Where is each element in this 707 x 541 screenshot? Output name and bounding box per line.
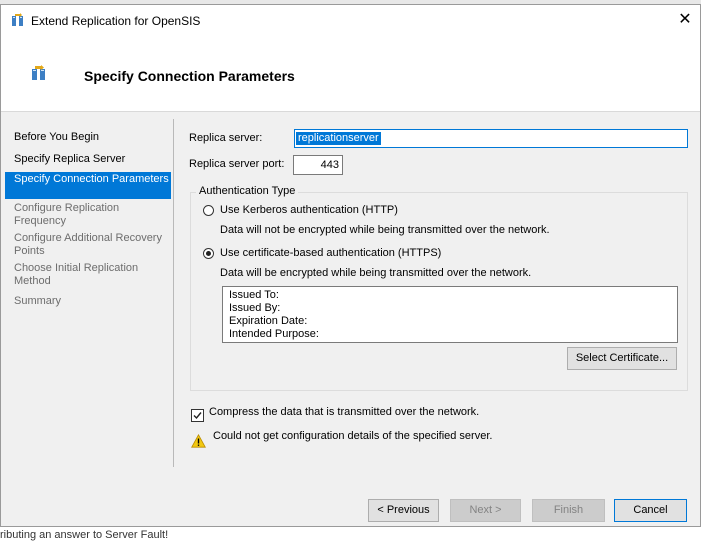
- compress-checkbox[interactable]: [191, 409, 204, 422]
- background-page: ributing an answer to Server Fault!: [0, 527, 707, 541]
- kerberos-label[interactable]: Use Kerberos authentication (HTTP): [220, 204, 398, 216]
- footer-divider: [1, 467, 700, 468]
- close-button[interactable]: ✕: [670, 5, 700, 35]
- select-certificate-button[interactable]: Select Certificate...: [567, 347, 677, 370]
- cancel-button[interactable]: Cancel: [614, 499, 687, 522]
- compress-label[interactable]: Compress the data that is transmitted ov…: [209, 406, 479, 418]
- authentication-type-title: Authentication Type: [196, 185, 299, 197]
- nav-divider: [173, 119, 174, 467]
- issued-by-label: Issued By:: [229, 302, 281, 314]
- replica-server-value: replicationserver: [296, 132, 381, 145]
- replication-page-icon: [32, 65, 45, 80]
- wizard-header: Specify Connection Parameters: [1, 35, 700, 112]
- replica-server-input[interactable]: replicationserver: [294, 129, 688, 148]
- certificate-label[interactable]: Use certificate-based authentication (HT…: [220, 247, 441, 259]
- expiration-date-label: Expiration Date:: [229, 315, 308, 327]
- replica-port-value: 443: [320, 159, 339, 171]
- page-title: Specify Connection Parameters: [84, 68, 295, 84]
- nav-step-before-you-begin[interactable]: Before You Begin: [5, 131, 171, 144]
- window-title: Extend Replication for OpenSIS: [31, 14, 201, 28]
- nav-step-summary: Summary: [14, 295, 62, 307]
- replica-port-input[interactable]: 443: [293, 155, 343, 175]
- replica-server-label: Replica server:: [189, 132, 263, 144]
- warning-message: Could not get configuration details of t…: [213, 430, 493, 442]
- nav-step-configure-replication-frequency: Configure Replication Frequency: [14, 202, 120, 227]
- nav-step-configure-additional-recovery-points: Configure Additional Recovery Points: [14, 232, 162, 257]
- replication-app-icon: [12, 13, 23, 26]
- kerberos-radio[interactable]: [203, 205, 214, 216]
- title-bar[interactable]: Extend Replication for OpenSIS ✕: [1, 5, 700, 35]
- next-button[interactable]: Next >: [450, 499, 521, 522]
- nav-step-choose-initial-replication-method: Choose Initial Replication Method: [14, 262, 139, 287]
- kerberos-note: Data will not be encrypted while being t…: [220, 224, 550, 236]
- certificate-details-box: Issued To: Issued By: Expiration Date: I…: [222, 286, 678, 343]
- wizard-steps-nav: Before You Begin Specify Replica Server …: [1, 112, 173, 467]
- previous-button[interactable]: < Previous: [368, 499, 439, 522]
- nav-step-specify-connection-parameters[interactable]: Specify Connection Parameters: [5, 172, 171, 199]
- close-icon: ✕: [678, 11, 692, 28]
- finish-button[interactable]: Finish: [532, 499, 605, 522]
- issued-to-label: Issued To:: [229, 289, 279, 301]
- replica-port-label: Replica server port:: [189, 158, 285, 170]
- background-window-edge: [701, 0, 707, 541]
- certificate-radio[interactable]: [203, 248, 214, 259]
- checkmark-icon: [193, 412, 202, 420]
- warning-icon: [191, 434, 206, 448]
- replication-wizard-dialog: Extend Replication for OpenSIS ✕ Specify…: [0, 4, 701, 527]
- background-page-text: ributing an answer to Server Fault!: [0, 529, 169, 541]
- certificate-note: Data will be encrypted while being trans…: [220, 267, 532, 279]
- intended-purpose-label: Intended Purpose:: [229, 328, 319, 340]
- nav-step-specify-replica-server[interactable]: Specify Replica Server: [5, 153, 171, 166]
